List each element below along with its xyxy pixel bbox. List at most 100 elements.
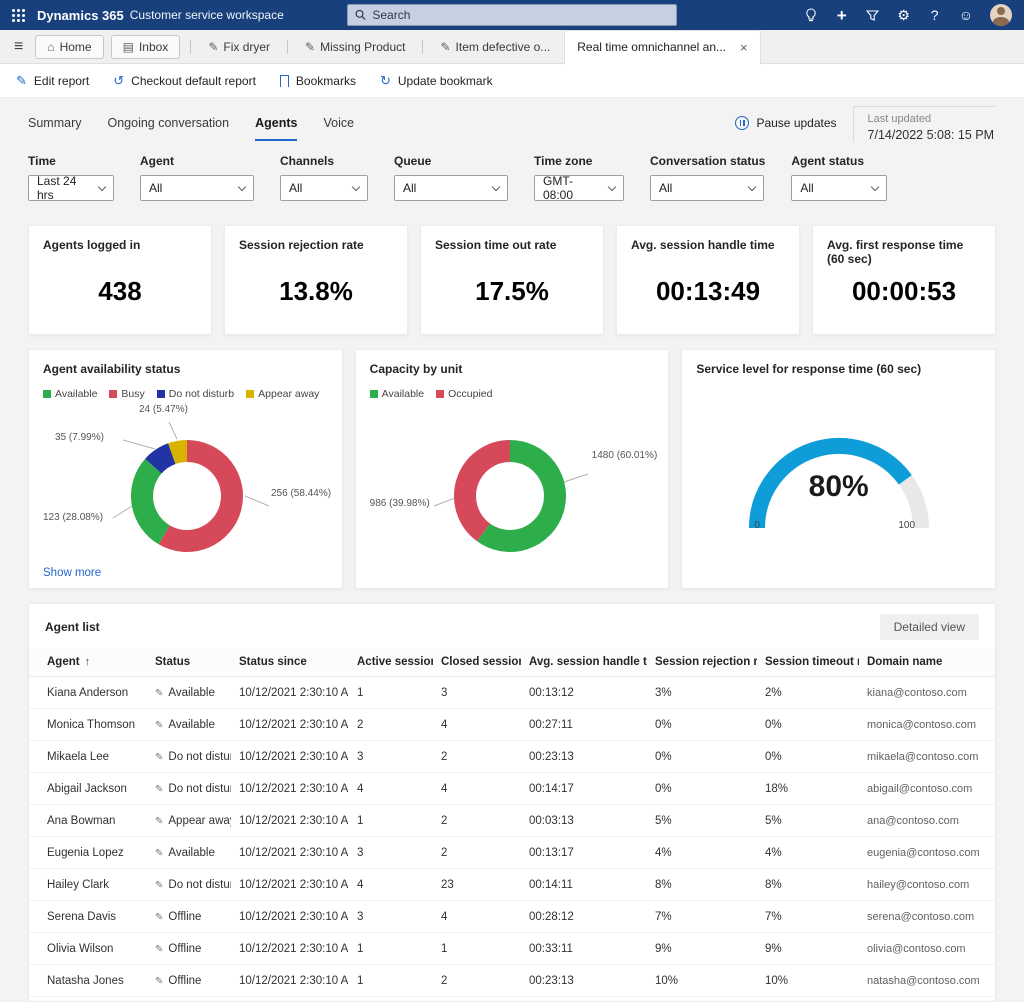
tab-label: Missing Product [320, 40, 405, 54]
cell-closed-sessions: 4 [433, 709, 521, 741]
cell-status: ✎Appear away [147, 805, 231, 837]
col-closed-sessions[interactable]: Closed sessions [433, 648, 521, 677]
cell-session-timeout-rate: 2% [757, 677, 859, 709]
agent-row[interactable]: Hailey Clark✎Do not disturb10/12/2021 2:… [29, 869, 995, 901]
session-tabs: ⌂Home ▤Inbox ✎Fix dryer ✎Missing Product ✎It… [35, 30, 760, 63]
add-icon[interactable]: + [835, 7, 849, 24]
filter-select-conversation-status[interactable]: All [650, 175, 764, 201]
checkout-default-report-button[interactable]: ↺Checkout default report [113, 74, 256, 88]
kpi-label: Session rejection rate [239, 238, 393, 252]
donut-segment-appear-away[interactable] [172, 451, 187, 454]
agent-row[interactable]: Abigail Jackson✎Do not disturb10/12/2021… [29, 773, 995, 805]
filter-icon[interactable] [866, 9, 880, 22]
agent-row[interactable]: Serena Davis✎Offline10/12/2021 2:30:10 A… [29, 901, 995, 933]
topbar-actions: + ⚙ ? ☺ [804, 4, 1012, 26]
session-tab-home[interactable]: ⌂Home [35, 35, 103, 59]
filter-select-agent[interactable]: All [140, 175, 254, 201]
col-active-sessions[interactable]: Active sessions [349, 648, 433, 677]
agent-row[interactable]: Natasha Jones✎Offline10/12/2021 2:30:10 … [29, 965, 995, 997]
filter-value: GMT-08:00 [543, 174, 601, 202]
cell-avg-session-handle-time: 00:27:11 [521, 709, 647, 741]
app-launcher-icon[interactable] [12, 9, 25, 22]
cell-status-since: 10/12/2021 2:30:10 AM [231, 741, 349, 773]
cell-status: ✎Do not disturb [147, 869, 231, 901]
filter-select-queue[interactable]: All [394, 175, 508, 201]
cell-agent: Monica Thomson [29, 709, 147, 741]
report-tab-voice[interactable]: Voice [323, 116, 354, 141]
cell-session-timeout-rate: 18% [757, 773, 859, 805]
donut-segment-available[interactable] [142, 466, 164, 535]
pause-updates-button[interactable]: Pause updates [735, 116, 836, 130]
status-icon: ✎ [155, 688, 163, 699]
user-avatar[interactable] [990, 4, 1012, 26]
cell-domain-name: hailey@contoso.com [859, 869, 995, 901]
menu-icon[interactable]: ≡ [14, 38, 23, 56]
cell-closed-sessions: 2 [433, 837, 521, 869]
kpi-value: 438 [29, 276, 211, 307]
session-tab-item-defective-o[interactable]: ✎Item defective o... [430, 30, 560, 64]
feedback-icon[interactable]: ☺ [959, 8, 973, 22]
legend-swatch [43, 390, 51, 398]
global-search-box[interactable] [347, 4, 677, 26]
inbox-icon: ▤ [123, 40, 134, 54]
cell-session-rejection-rate: 10% [647, 965, 757, 997]
cell-session-timeout-rate: 10% [757, 965, 859, 997]
kpi-value: 13.8% [225, 276, 407, 307]
col-agent[interactable]: Agent↑ [29, 648, 147, 677]
chart-service-level: Service level for response time (60 sec)… [681, 349, 996, 589]
bookmarks-button[interactable]: Bookmarks [280, 74, 356, 88]
filter-select-time[interactable]: Last 24 hrs [28, 175, 114, 201]
cell-domain-name: olivia@contoso.com [859, 933, 995, 965]
edit-report-button[interactable]: ✎Edit report [16, 74, 89, 88]
help-icon[interactable]: ? [928, 8, 942, 22]
session-tab-fix-dryer[interactable]: ✎Fix dryer [198, 30, 280, 64]
cell-domain-name: ana@contoso.com [859, 805, 995, 837]
col-session-rejection-rate[interactable]: Session rejection rate [647, 648, 757, 677]
agent-row[interactable]: Eugenia Lopez✎Available10/12/2021 2:30:1… [29, 837, 995, 869]
report-tab-summary[interactable]: Summary [28, 116, 81, 141]
donut-segment-occupied[interactable] [465, 451, 510, 532]
agent-row[interactable]: Mikaela Lee✎Do not disturb10/12/2021 2:3… [29, 741, 995, 773]
cell-status-since: 10/12/2021 2:30:10 AM [231, 837, 349, 869]
filter-select-channels[interactable]: All [280, 175, 368, 201]
cell-status: ✎Available [147, 837, 231, 869]
session-tab-inbox[interactable]: ▤Inbox [111, 35, 181, 59]
tab-label: Item defective o... [456, 40, 551, 54]
agent-row[interactable]: Monica Thomson✎Available10/12/2021 2:30:… [29, 709, 995, 741]
close-tab-icon[interactable]: × [740, 40, 748, 55]
session-tab-real-time-omnichannel-an[interactable]: Real time omnichannel an...× [564, 30, 760, 65]
filter-select-agent-status[interactable]: All [791, 175, 887, 201]
cell-session-rejection-rate: 0% [647, 709, 757, 741]
update-bookmark-button[interactable]: ↻Update bookmark [380, 74, 493, 88]
status-icon: ✎ [155, 880, 163, 891]
filter-bar: TimeLast 24 hrsAgentAllChannelsAllQueueA… [28, 154, 996, 201]
search-input[interactable] [372, 8, 669, 22]
agent-row[interactable]: Kiana Anderson✎Available10/12/2021 2:30:… [29, 677, 995, 709]
agent-row[interactable]: Olivia Wilson✎Offline10/12/2021 2:30:10 … [29, 933, 995, 965]
show-more-link[interactable]: Show more [43, 567, 101, 579]
app-title[interactable]: Dynamics 365 [37, 8, 124, 23]
detailed-view-button[interactable]: Detailed view [880, 614, 979, 640]
lightbulb-icon[interactable] [804, 8, 818, 22]
session-tab-missing-product[interactable]: ✎Missing Product [295, 30, 415, 64]
pause-updates-label: Pause updates [756, 116, 836, 130]
donut-segment-busy[interactable] [164, 451, 232, 541]
col-status-since[interactable]: Status since [231, 648, 349, 677]
cell-status-since: 10/12/2021 2:30:10 AM [231, 805, 349, 837]
report-tab-ongoing-conversation[interactable]: Ongoing conversation [107, 116, 229, 141]
filter-select-time-zone[interactable]: GMT-08:00 [534, 175, 624, 201]
legend-swatch [370, 390, 378, 398]
agent-row[interactable]: Ana Bowman✎Appear away10/12/2021 2:30:10… [29, 805, 995, 837]
cell-session-rejection-rate: 5% [647, 805, 757, 837]
report-tab-agents[interactable]: Agents [255, 116, 297, 141]
gauge-min-label: 0 [754, 520, 760, 531]
col-session-timeout-rate[interactable]: Session timeout rate [757, 648, 859, 677]
donut-segment-do-not-disturb[interactable] [153, 454, 172, 467]
settings-gear-icon[interactable]: ⚙ [897, 8, 911, 22]
command-bar: ✎Edit report ↺Checkout default report Book… [0, 64, 1024, 98]
col-status[interactable]: Status [147, 648, 231, 677]
status-icon: ✎ [155, 976, 163, 987]
cell-agent: Ana Bowman [29, 805, 147, 837]
col-avg-session-handle-time[interactable]: Avg. session handle time [521, 648, 647, 677]
col-domain-name[interactable]: Domain name [859, 648, 995, 677]
